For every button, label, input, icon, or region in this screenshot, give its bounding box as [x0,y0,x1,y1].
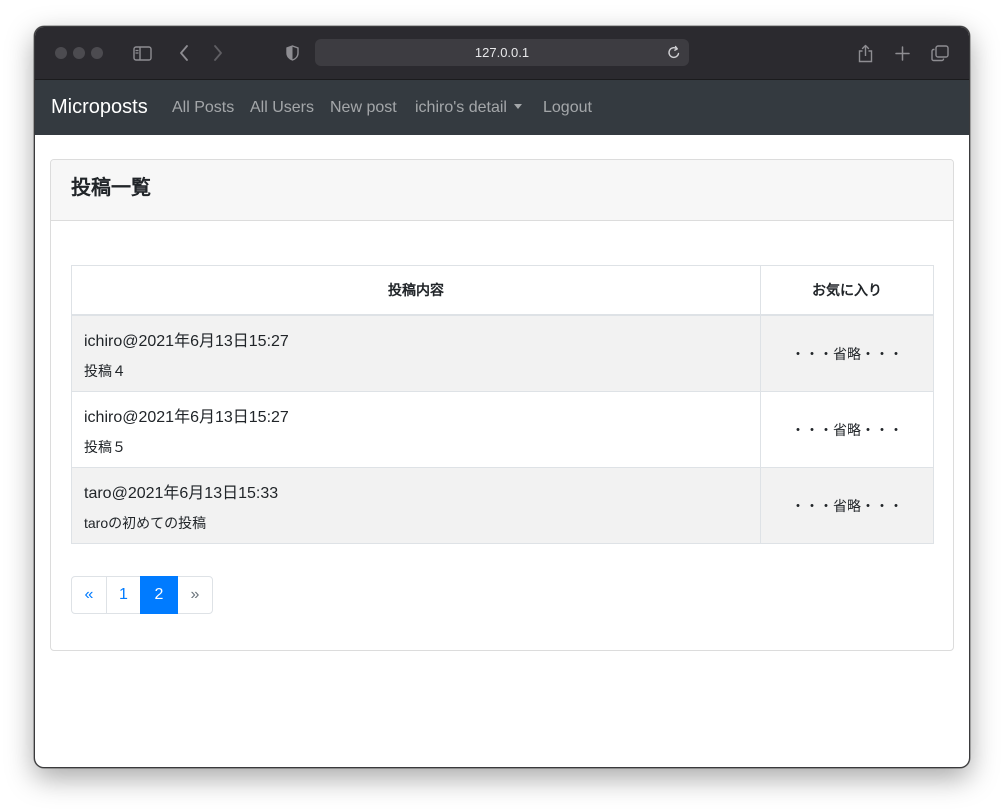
reload-icon[interactable] [667,45,681,65]
nav-link-all-posts[interactable]: All Posts [172,80,234,135]
pagination-next[interactable]: » [177,576,213,614]
table-row: taro@2021年6月13日15:33 taroの初めての投稿 ・・・省略・・… [71,467,934,544]
privacy-shield-icon[interactable] [284,41,300,65]
app-navbar: Microposts All Posts All Users New post … [35,80,969,135]
table-row: ichiro@2021年6月13日15:27 投稿５ ・・・省略・・・ [71,391,934,468]
favorite-cell: ・・・省略・・・ [760,391,934,468]
post-cell: ichiro@2021年6月13日15:27 投稿５ [71,391,761,468]
nav-link-all-users[interactable]: All Users [250,80,314,135]
pagination-page-2[interactable]: 2 [140,576,178,614]
favorite-cell: ・・・省略・・・ [760,467,934,544]
pagination-page-1[interactable]: 1 [106,576,141,614]
column-header-content: 投稿内容 [71,265,761,316]
nav-link-logout[interactable]: Logout [543,80,592,135]
sidebar-icon[interactable] [132,41,152,65]
post-cell: taro@2021年6月13日15:33 taroの初めての投稿 [71,467,761,544]
back-icon[interactable] [176,41,192,65]
forward-icon[interactable] [210,41,226,65]
pagination: « 1 2 » [71,576,213,614]
post-meta: ichiro@2021年6月13日15:27 [84,408,289,426]
browser-toolbar: 127.0.0.1 [35,27,969,80]
address-bar[interactable]: 127.0.0.1 [315,39,689,66]
new-tab-icon[interactable] [894,41,910,65]
nav-dropdown-label: ichiro's detail [415,99,507,116]
post-content: 投稿４ [84,362,126,379]
post-meta: ichiro@2021年6月13日15:27 [84,332,289,350]
column-header-favorite: お気に入り [760,265,934,316]
posts-card: 投稿一覧 投稿内容 お気に入り ichiro@2021年6月13日15:27 投… [50,159,954,651]
table-header-row: 投稿内容 お気に入り [71,265,934,316]
tabs-overview-icon[interactable] [931,41,949,65]
favorite-cell: ・・・省略・・・ [760,314,934,392]
window-minimize-dot-icon[interactable] [73,47,85,59]
window-zoom-dot-icon[interactable] [91,47,103,59]
url-text: 127.0.0.1 [474,45,530,60]
share-icon[interactable] [857,41,873,65]
pagination-prev[interactable]: « [71,576,107,614]
navbar-brand[interactable]: Microposts [51,80,148,135]
posts-table: 投稿内容 お気に入り ichiro@2021年6月13日15:27 投稿４ ・・… [71,265,934,544]
post-meta: taro@2021年6月13日15:33 [84,484,279,502]
post-content: 投稿５ [84,438,126,455]
table-row: ichiro@2021年6月13日15:27 投稿４ ・・・省略・・・ [71,314,934,392]
nav-link-new-post[interactable]: New post [330,80,397,135]
window-close-dot-icon[interactable] [55,47,67,59]
post-content: taroの初めての投稿 [84,514,207,531]
card-header: 投稿一覧 [51,160,953,221]
nav-dropdown-user-detail[interactable]: ichiro's detail [415,80,522,135]
page-title: 投稿一覧 [71,177,151,199]
post-cell: ichiro@2021年6月13日15:27 投稿４ [71,314,761,392]
browser-window: 127.0.0.1 Microposts All Posts All Users… [34,26,970,768]
dropdown-caret-icon [513,104,522,109]
